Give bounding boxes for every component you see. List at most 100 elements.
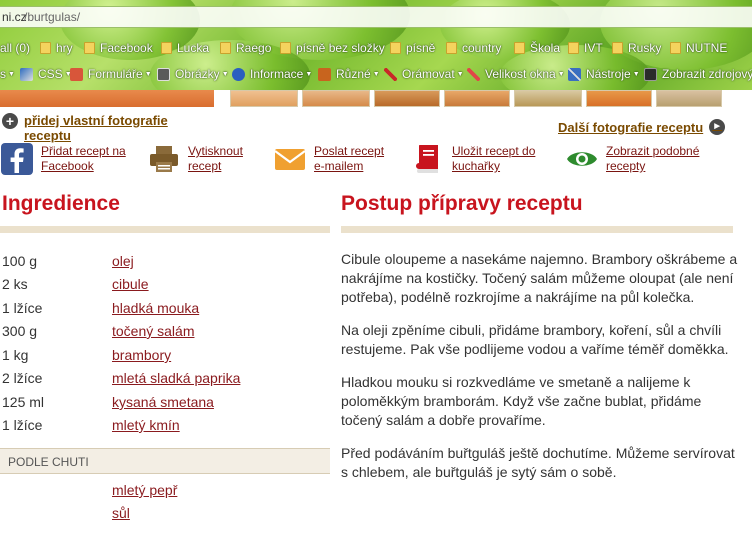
folder-icon	[40, 42, 51, 54]
save-to-cookbook-action[interactable]: Uložit recept do kuchařky	[412, 143, 552, 175]
recipe-thumbnail[interactable]	[374, 90, 440, 107]
email-recipe-label[interactable]: Poslat recept e-mailem	[314, 144, 398, 174]
image-icon	[157, 67, 170, 81]
steps-heading-rule	[341, 226, 733, 233]
source-icon	[644, 67, 657, 81]
similar-recipes-action[interactable]: Zobrazit podobné recepty	[566, 143, 716, 175]
chevron-down-icon: ▼	[221, 70, 229, 78]
bookmark-folder-raego[interactable]: Raego	[220, 39, 271, 57]
bookmark-folder-nutne[interactable]: NUTNE	[670, 39, 727, 57]
ingredient-link[interactable]: mletá sladká paprika	[112, 370, 240, 386]
ingredient-link[interactable]: točený salám	[112, 323, 194, 339]
browser-chrome: ni.cz /burtgulas/ all (0) hry Facebook L…	[0, 0, 752, 90]
print-recipe-action[interactable]: Vytisknout recept	[148, 143, 258, 175]
ingredient-link[interactable]: cibule	[112, 276, 149, 292]
recipe-thumbnail[interactable]	[514, 90, 582, 107]
tool-menu-nastroje[interactable]: Nástroje ▼	[568, 65, 640, 83]
envelope-icon	[274, 149, 306, 170]
outline-icon	[384, 67, 397, 81]
tool-menu-informace[interactable]: Informace ▼	[232, 65, 312, 83]
add-photo-label[interactable]: přidej vlastní fotografie receptu	[24, 113, 204, 143]
chevron-down-icon: ▼	[632, 70, 640, 78]
tool-menu-css[interactable]: CSS ▼	[20, 65, 72, 83]
tool-menu-oramovat[interactable]: Orámovat ▼	[384, 65, 464, 83]
ingredient-link[interactable]: hladká mouka	[112, 300, 199, 316]
tool-menu-obrazky[interactable]: Obrázky ▼	[157, 65, 229, 83]
bookmarks-toolbar: all (0) hry Facebook Lucka Raego písně b…	[0, 37, 752, 59]
step-paragraph: Cibule oloupeme a nasekáme najemno. Bram…	[341, 251, 738, 305]
step-paragraph: Na oleji zpěníme cibuli, přidáme brambor…	[341, 322, 729, 357]
ingredient-link[interactable]: mletý kmín	[112, 417, 180, 433]
more-photos-label: Další fotografie receptu	[558, 119, 704, 135]
cookbook-icon	[416, 145, 438, 173]
bookmark-folder-pisne[interactable]: písně	[390, 39, 435, 57]
ingredient-link[interactable]: brambory	[112, 347, 171, 363]
bookmark-folder-pisne-bez-slozky[interactable]: písně bez složky	[280, 39, 385, 57]
more-photos-link[interactable]: Další fotografie receptu ►	[558, 119, 726, 135]
chevron-down-icon: ▼	[557, 70, 565, 78]
ingredient-link[interactable]: olej	[112, 253, 134, 269]
folder-icon	[446, 42, 457, 54]
email-recipe-action[interactable]: Poslat recept e-mailem	[274, 143, 398, 175]
ingredient-quantity: 300 g	[2, 323, 38, 339]
print-recipe-label[interactable]: Vytisknout recept	[188, 144, 258, 174]
step-paragraph: Před podáváním buřtguláš ještě dochutíme…	[341, 445, 735, 480]
ingredient-link[interactable]: kysaná smetana	[112, 394, 214, 410]
recipe-main-photo[interactable]	[0, 90, 214, 107]
ingredient-link[interactable]: mletý pepř	[112, 482, 177, 498]
bookmark-folder-rusky[interactable]: Rusky	[612, 39, 661, 57]
recipe-thumbnail[interactable]	[302, 90, 370, 107]
address-bar[interactable]: ni.cz /burtgulas/	[0, 6, 752, 28]
bookmark-folder-country[interactable]: country	[446, 39, 501, 57]
recipe-thumbnail[interactable]	[656, 90, 722, 107]
info-icon	[232, 67, 245, 81]
ingredient-quantity: 125 ml	[2, 394, 45, 410]
bookmark-all[interactable]: all (0)	[0, 39, 30, 57]
recipe-thumbnail[interactable]	[586, 90, 652, 107]
add-photo-link[interactable]: + přidej vlastní fotografie receptu	[2, 113, 204, 143]
tool-menu-velikost-okna[interactable]: Velikost okna ▼	[467, 65, 565, 83]
eye-icon	[567, 152, 597, 166]
printer-icon	[150, 146, 178, 172]
bookmark-folder-lucka[interactable]: Lucka	[161, 39, 209, 57]
chevron-down-icon: ▼	[8, 70, 15, 78]
form-icon	[70, 67, 83, 81]
share-facebook-action[interactable]: Přidat recept na Facebook	[1, 143, 137, 175]
misc-icon	[318, 67, 331, 81]
folder-icon	[390, 42, 401, 54]
chevron-down-icon: ▼	[456, 70, 464, 78]
bookmark-folder-skola[interactable]: Škola	[514, 39, 560, 57]
ingredient-quantity: 1 lžíce	[2, 417, 43, 433]
tool-menu-ruzne[interactable]: Různé ▼	[318, 65, 380, 83]
arrow-right-icon: ►	[709, 119, 726, 135]
ingredient-row: sůl	[0, 505, 330, 525]
chevron-down-icon: ▼	[372, 70, 380, 78]
bookmark-folder-facebook[interactable]: Facebook	[84, 39, 153, 57]
tool-view-source[interactable]: Zobrazit zdrojový	[644, 65, 752, 83]
facebook-icon	[1, 143, 33, 175]
recipe-thumbnail[interactable]	[444, 90, 510, 107]
ingredient-quantity: 2 ks	[2, 276, 28, 292]
tool-menu-s[interactable]: s ▼	[0, 65, 15, 83]
step-paragraph: Hladkou mouku si rozkvedláme ve smetaně …	[341, 374, 702, 428]
ingredient-group-header: PODLE CHUTI	[0, 448, 330, 474]
bookmark-folder-hry[interactable]: hry	[40, 39, 73, 57]
similar-recipes-label[interactable]: Zobrazit podobné recepty	[606, 144, 716, 174]
preparation-steps: Cibule oloupeme a nasekáme najemno. Bram…	[341, 250, 741, 496]
url-path: /burtgulas/	[24, 10, 81, 24]
folder-icon	[612, 42, 623, 54]
folder-icon	[220, 42, 231, 54]
save-to-cookbook-label[interactable]: Uložit recept do kuchařky	[452, 144, 552, 174]
wrench-icon	[568, 67, 581, 81]
chevron-down-icon: ▼	[144, 70, 152, 78]
ingredient-quantity: 1 kg	[2, 347, 29, 363]
webdeveloper-toolbar: s ▼ CSS ▼ Formuláře ▼ Obrázky ▼ Informace ▼ R…	[0, 63, 752, 85]
ingredient-link[interactable]: sůl	[112, 505, 130, 521]
url-host: ni.cz	[2, 10, 27, 24]
recipe-thumbnail[interactable]	[230, 90, 298, 107]
folder-icon	[280, 42, 291, 54]
tool-menu-formulare[interactable]: Formuláře ▼	[70, 65, 152, 83]
bookmark-folder-ivt[interactable]: IVT	[568, 39, 603, 57]
ingredients-heading: Ingredience	[2, 192, 120, 215]
share-facebook-label[interactable]: Přidat recept na Facebook	[41, 144, 137, 174]
